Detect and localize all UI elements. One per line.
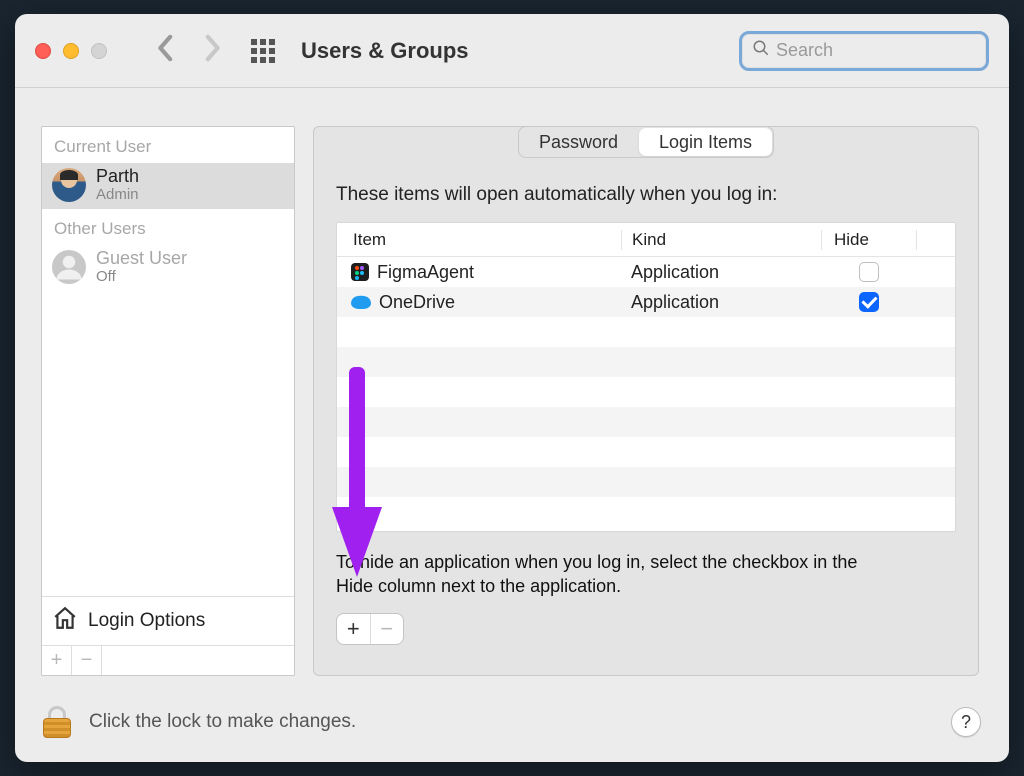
table-header: Item Kind Hide bbox=[337, 223, 955, 257]
help-button[interactable]: ? bbox=[951, 707, 981, 737]
lock-button[interactable] bbox=[43, 706, 71, 738]
avatar-icon bbox=[52, 250, 86, 284]
login-options-label: Login Options bbox=[88, 610, 205, 632]
app-icon bbox=[351, 263, 369, 281]
tab-password[interactable]: Password bbox=[519, 127, 638, 157]
table-row bbox=[337, 497, 955, 527]
table-row bbox=[337, 467, 955, 497]
item-kind: Application bbox=[621, 292, 821, 313]
sidebar-user-current[interactable]: Parth Admin bbox=[42, 163, 294, 209]
table-row bbox=[337, 377, 955, 407]
current-user-section-label: Current User bbox=[42, 127, 294, 163]
preferences-window: Users & Groups Current User Parth Admin … bbox=[15, 14, 1009, 762]
minimize-window-button[interactable] bbox=[63, 43, 79, 59]
user-name: Guest User bbox=[96, 249, 187, 269]
remove-user-button[interactable]: − bbox=[72, 646, 102, 675]
col-hide[interactable]: Hide bbox=[821, 230, 917, 250]
search-field-container[interactable] bbox=[739, 31, 989, 71]
item-name: FigmaAgent bbox=[377, 262, 474, 283]
main-panel: Password Login Items These items will op… bbox=[313, 126, 979, 676]
login-items-add-remove: + − bbox=[336, 613, 404, 645]
sidebar-user-guest[interactable]: Guest User Off bbox=[42, 245, 294, 291]
tab-login-items[interactable]: Login Items bbox=[639, 128, 772, 156]
user-role: Off bbox=[96, 269, 187, 286]
close-window-button[interactable] bbox=[35, 43, 51, 59]
login-items-intro: These items will open automatically when… bbox=[336, 184, 956, 206]
content-area: Current User Parth Admin Other Users Gue… bbox=[15, 88, 1009, 696]
zoom-window-button bbox=[91, 43, 107, 59]
table-row bbox=[337, 317, 955, 347]
item-name: OneDrive bbox=[379, 292, 455, 313]
sidebar-add-remove: + − bbox=[42, 645, 294, 675]
table-row[interactable]: OneDrive Application bbox=[337, 287, 955, 317]
add-login-item-button[interactable]: + bbox=[337, 614, 370, 644]
app-icon bbox=[351, 295, 371, 309]
show-all-prefs-button[interactable] bbox=[251, 39, 275, 63]
window-title: Users & Groups bbox=[301, 38, 469, 64]
users-sidebar: Current User Parth Admin Other Users Gue… bbox=[41, 126, 295, 676]
col-item[interactable]: Item bbox=[337, 230, 621, 250]
search-icon bbox=[752, 39, 776, 62]
other-users-section-label: Other Users bbox=[42, 209, 294, 245]
window-controls bbox=[35, 43, 107, 59]
avatar-icon bbox=[52, 168, 86, 202]
back-button[interactable] bbox=[157, 34, 175, 67]
col-kind[interactable]: Kind bbox=[621, 230, 821, 250]
hide-checkbox[interactable] bbox=[859, 262, 879, 282]
login-items-table: Item Kind Hide FigmaAgent Application bbox=[336, 222, 956, 532]
hide-checkbox[interactable] bbox=[859, 292, 879, 312]
user-role: Admin bbox=[96, 187, 139, 204]
lock-hint-text: Click the lock to make changes. bbox=[89, 711, 356, 733]
titlebar: Users & Groups bbox=[15, 14, 1009, 88]
table-row bbox=[337, 437, 955, 467]
footer: Click the lock to make changes. ? bbox=[15, 696, 1009, 762]
add-user-button[interactable]: + bbox=[42, 646, 72, 675]
item-kind: Application bbox=[621, 262, 821, 283]
table-row bbox=[337, 347, 955, 377]
user-name: Parth bbox=[96, 167, 139, 187]
forward-button bbox=[203, 34, 221, 67]
tabs: Password Login Items bbox=[518, 126, 774, 158]
table-row[interactable]: FigmaAgent Application bbox=[337, 257, 955, 287]
nav-buttons bbox=[157, 34, 221, 67]
home-icon bbox=[52, 605, 78, 637]
table-row bbox=[337, 407, 955, 437]
hide-hint-text: To hide an application when you log in, … bbox=[336, 550, 896, 599]
remove-login-item-button[interactable]: − bbox=[370, 614, 404, 644]
search-input[interactable] bbox=[776, 40, 976, 61]
login-options-button[interactable]: Login Options bbox=[42, 596, 294, 645]
